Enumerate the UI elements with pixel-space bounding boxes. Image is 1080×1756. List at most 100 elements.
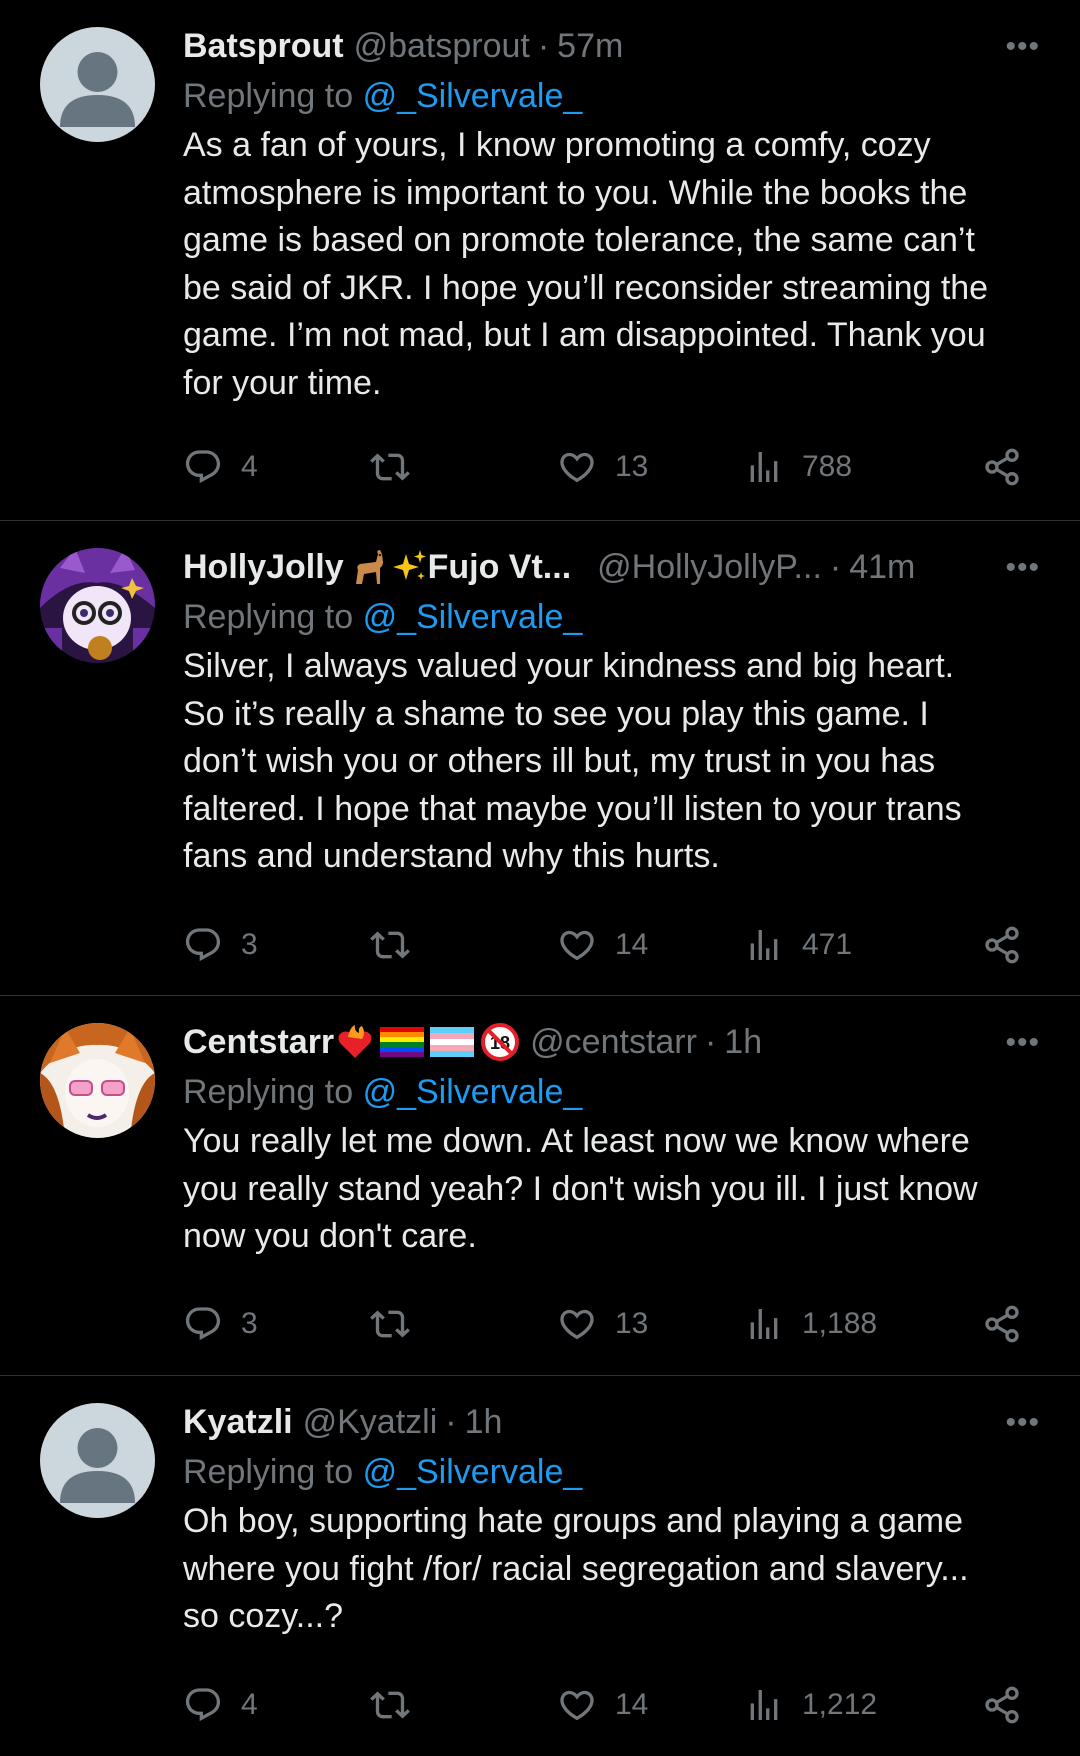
reply-button[interactable]: 4	[183, 447, 370, 487]
trans-flag-icon	[430, 1027, 475, 1057]
display-name[interactable]: HollyJolly	[183, 548, 344, 587]
separator-dot: ·	[829, 547, 842, 586]
share-button[interactable]	[982, 1685, 1040, 1725]
like-icon	[560, 1309, 594, 1340]
replying-label: Replying to	[183, 1453, 354, 1491]
tweet-text: Oh boy, supporting hate groups and playi…	[183, 1502, 969, 1635]
share-icon	[985, 1305, 1019, 1343]
user-handle[interactable]: @batsprout	[354, 27, 530, 66]
like-icon	[560, 1690, 594, 1721]
tweet-text: Silver, I always valued your kindness an…	[183, 647, 962, 875]
views-icon	[750, 1309, 778, 1339]
tweet-header: Kyatzli @Kyatzli · 1h	[183, 1398, 1040, 1446]
like-count: 13	[615, 450, 649, 483]
share-button[interactable]	[982, 925, 1040, 965]
like-button[interactable]: 14	[557, 1685, 744, 1725]
views-button[interactable]: 1,188	[744, 1304, 931, 1344]
replying-to: Replying to @_Silvervale_	[183, 591, 1040, 643]
replying-label: Replying to	[183, 1073, 354, 1111]
like-count: 14	[615, 928, 649, 961]
reply-button[interactable]: 3	[183, 1304, 370, 1344]
tweet[interactable]: Batsprout @batsprout · 57m ••• Replying …	[0, 0, 1080, 521]
separator-dot: ·	[704, 1022, 717, 1061]
separator-dot: ·	[445, 1402, 457, 1441]
repost-icon	[370, 1691, 410, 1719]
share-button[interactable]	[982, 447, 1040, 487]
like-count: 13	[615, 1307, 649, 1340]
reply-button[interactable]: 4	[183, 1685, 370, 1725]
display-name-suffix[interactable]: Fujo Vt...	[428, 548, 572, 587]
view-count: 1,212	[802, 1688, 878, 1721]
share-icon	[985, 926, 1019, 964]
timestamp[interactable]: 57m	[557, 27, 623, 66]
views-button[interactable]: 1,212	[744, 1685, 931, 1725]
reply-count: 4	[241, 1688, 258, 1721]
tweet-text: You really let me down. At least now we …	[183, 1122, 978, 1255]
views-icon	[750, 930, 778, 960]
view-count: 788	[802, 450, 853, 483]
more-icon[interactable]: •••	[1005, 30, 1040, 64]
user-handle[interactable]: @centstarr	[530, 1023, 697, 1062]
llama-emoji-icon	[350, 548, 386, 586]
avatar[interactable]	[40, 27, 155, 142]
more-icon[interactable]: •••	[1005, 551, 1040, 585]
display-name[interactable]: Kyatzli	[183, 1403, 293, 1442]
tweet[interactable]: Centstarr 18 @centstarr · 1h •••	[0, 996, 1080, 1376]
replying-label: Replying to	[183, 598, 354, 636]
mention-link[interactable]: @_Silvervale_	[363, 77, 583, 115]
repost-button[interactable]	[370, 1304, 557, 1344]
reply-count: 3	[241, 928, 258, 961]
repost-button[interactable]	[370, 447, 557, 487]
replying-to: Replying to @_Silvervale_	[183, 1446, 1040, 1498]
views-button[interactable]: 788	[744, 447, 931, 487]
tweet-header: Batsprout @batsprout · 57m	[183, 22, 1040, 70]
timestamp[interactable]: 41m	[849, 548, 915, 587]
reply-icon	[185, 928, 221, 962]
tweet[interactable]: HollyJolly Fujo Vt... @HollyJollyP... · …	[0, 521, 1080, 996]
views-button[interactable]: 471	[744, 925, 931, 965]
more-icon[interactable]: •••	[1005, 1026, 1040, 1060]
display-name[interactable]: Batsprout	[183, 27, 344, 66]
reply-feed: Batsprout @batsprout · 57m ••• Replying …	[0, 0, 1080, 1756]
repost-icon	[370, 453, 410, 481]
action-bar: 4 14 1,212	[183, 1683, 1040, 1727]
timestamp[interactable]: 1h	[724, 1023, 762, 1062]
mention-link[interactable]: @_Silvervale_	[363, 1073, 583, 1111]
views-icon	[750, 1690, 778, 1720]
like-icon	[560, 452, 594, 483]
share-icon	[985, 448, 1019, 486]
sparkles-emoji-icon	[392, 548, 428, 586]
mention-link[interactable]: @_Silvervale_	[363, 1453, 583, 1491]
reply-button[interactable]: 3	[183, 925, 370, 965]
action-bar: 3 14 471	[183, 923, 1040, 967]
repost-button[interactable]	[370, 1685, 557, 1725]
mention-link[interactable]: @_Silvervale_	[363, 598, 583, 636]
tweet[interactable]: Kyatzli @Kyatzli · 1h ••• Replying to @_…	[0, 1376, 1080, 1756]
like-button[interactable]: 13	[557, 1304, 744, 1344]
more-icon[interactable]: •••	[1005, 1406, 1040, 1440]
tweet-text: As a fan of yours, I know promoting a co…	[183, 126, 989, 402]
share-icon	[985, 1686, 1019, 1724]
like-button[interactable]: 14	[557, 925, 744, 965]
repost-icon	[370, 931, 410, 959]
avatar[interactable]	[40, 1403, 155, 1518]
view-count: 471	[802, 928, 853, 961]
tweet-header: HollyJolly Fujo Vt... @HollyJollyP... · …	[183, 543, 1040, 591]
replying-label: Replying to	[183, 77, 354, 115]
repost-icon	[370, 1310, 410, 1338]
repost-button[interactable]	[370, 925, 557, 965]
pride-flag-icon	[380, 1027, 425, 1057]
share-button[interactable]	[982, 1304, 1040, 1344]
views-icon	[750, 452, 778, 482]
user-handle[interactable]: @Kyatzli	[303, 1403, 438, 1442]
like-button[interactable]: 13	[557, 447, 744, 487]
avatar[interactable]	[40, 1023, 155, 1138]
like-icon	[560, 930, 594, 961]
avatar[interactable]	[40, 548, 155, 663]
no-under-18-icon: 18	[480, 1022, 520, 1062]
user-handle[interactable]: @HollyJollyP...	[597, 548, 822, 587]
reply-icon	[185, 1307, 221, 1341]
reply-count: 3	[241, 1307, 258, 1340]
display-name[interactable]: Centstarr	[183, 1023, 334, 1062]
timestamp[interactable]: 1h	[465, 1403, 503, 1442]
